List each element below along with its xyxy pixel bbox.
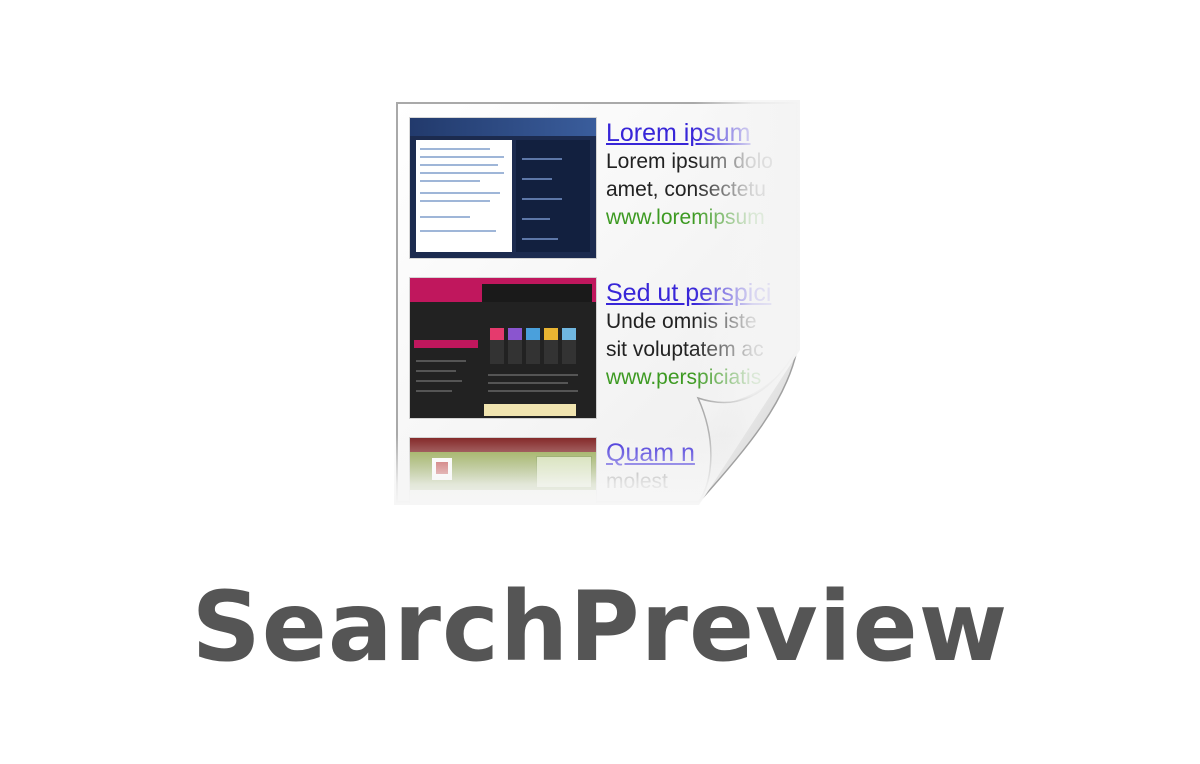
result-thumbnail-3 (410, 438, 596, 505)
result-title-link[interactable]: Sed ut perspici (606, 278, 800, 308)
document-page-icon: Lorem ipsum Lorem ipsum dolo amet, conse… (394, 100, 800, 505)
search-preview-logo: Lorem ipsum Lorem ipsum dolo amet, conse… (0, 0, 1200, 764)
brand-name: SearchPreview (191, 571, 1009, 683)
result-title-link[interactable]: Lorem ipsum (606, 118, 800, 148)
result-snippet-line: Unde omnis iste (606, 310, 757, 333)
result-url: www.perspiciatis (606, 366, 762, 389)
result-snippet-line: Lorem ipsum dolo (606, 150, 773, 173)
result-text-1: Lorem ipsum Lorem ipsum dolo amet, conse… (606, 118, 800, 232)
result-thumbnail-2 (410, 278, 596, 418)
result-thumbnail-1 (410, 118, 596, 258)
result-snippet-line: amet, consectetu (606, 178, 766, 201)
result-url: www.loremipsum (606, 206, 765, 229)
result-snippet-line: sit voluptatem ac (606, 338, 764, 361)
result-text-2: Sed ut perspici Unde omnis iste sit volu… (606, 278, 800, 392)
